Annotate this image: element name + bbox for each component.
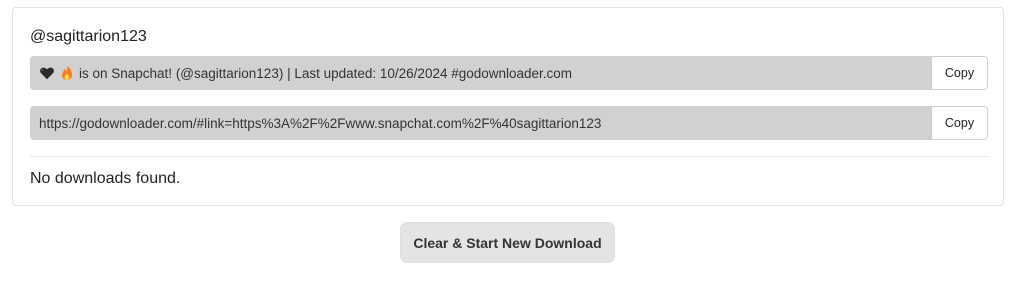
- profile-username: @sagittarion123: [30, 28, 147, 45]
- share-text-value: is on Snapchat! (@sagittarion123) | Last…: [79, 65, 573, 81]
- share-text-group: is on Snapchat! (@sagittarion123) | Last…: [30, 56, 988, 90]
- result-card: @sagittarion123 is on Snapchat! (@sagitt…: [12, 7, 1004, 206]
- copy-share-text-button[interactable]: Copy: [932, 56, 988, 90]
- fire-icon: [62, 66, 72, 80]
- no-downloads-message: No downloads found.: [30, 170, 181, 187]
- copy-share-link-button[interactable]: Copy: [932, 106, 988, 140]
- share-link-field[interactable]: https://godownloader.com/#link=https%3A%…: [30, 106, 932, 140]
- share-link-group: https://godownloader.com/#link=https%3A%…: [30, 106, 988, 140]
- black-heart-icon: [40, 67, 54, 80]
- clear-start-new-download-button[interactable]: Clear & Start New Download: [400, 222, 615, 263]
- share-text-field[interactable]: is on Snapchat! (@sagittarion123) | Last…: [30, 56, 932, 90]
- divider: [30, 156, 988, 157]
